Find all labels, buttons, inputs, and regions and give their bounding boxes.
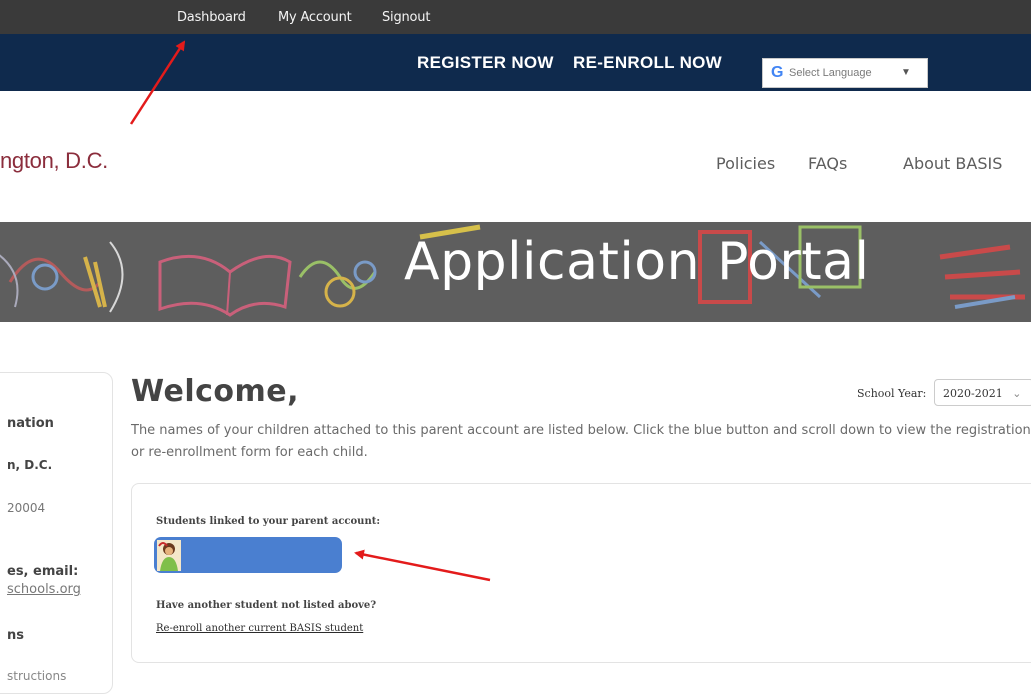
- re-enroll-now-button[interactable]: RE-ENROLL NOW: [573, 53, 722, 73]
- sidebar-city: n, D.C.: [7, 458, 53, 472]
- school-year-label: School Year:: [857, 387, 927, 400]
- language-select[interactable]: G Select Language ▼: [762, 58, 928, 88]
- sidebar-email-link[interactable]: schools.org: [7, 582, 81, 597]
- policies-link[interactable]: Policies: [716, 154, 775, 173]
- site-header: ngton, D.C. Policies FAQs About BASIS: [0, 91, 1031, 222]
- faqs-link[interactable]: FAQs: [808, 154, 847, 173]
- student-avatar-icon: [157, 540, 181, 571]
- banner-title: Application Portal: [404, 232, 870, 292]
- dashboard-link[interactable]: Dashboard: [177, 10, 246, 25]
- portal-banner: Application Portal: [0, 222, 1031, 322]
- students-card-title: Students linked to your parent account:: [156, 516, 381, 527]
- sidebar-zip: 20004: [7, 501, 46, 515]
- top-utility-bar: Dashboard My Account Signout: [0, 0, 1031, 34]
- sidebar-info-panel: nation n, D.C. 20004 es, email: schools.…: [0, 372, 113, 694]
- sidebar-instructions: structions: [7, 669, 67, 683]
- intro-text: The names of your children attached to t…: [131, 423, 1031, 460]
- chevron-down-icon: ⌄: [1012, 387, 1022, 400]
- student-button[interactable]: [154, 537, 342, 573]
- sidebar-title: nation: [7, 416, 54, 431]
- google-icon: G: [771, 64, 784, 81]
- language-select-label: Select Language: [789, 67, 872, 79]
- students-card: Students linked to your parent account: …: [131, 483, 1031, 663]
- another-student-question: Have another student not listed above?: [156, 600, 377, 611]
- register-now-button[interactable]: REGISTER NOW: [417, 53, 554, 73]
- school-year-value: 2020-2021: [943, 387, 1003, 400]
- school-logo-text: ngton, D.C.: [0, 148, 108, 173]
- sidebar-email-label: es, email:: [7, 564, 79, 579]
- signout-link[interactable]: Signout: [382, 10, 430, 25]
- chevron-down-icon: ▼: [901, 67, 911, 78]
- welcome-heading: Welcome,: [131, 374, 300, 409]
- about-basis-link[interactable]: About BASIS: [903, 154, 1002, 173]
- school-year-select[interactable]: 2020-2021 ⌄: [934, 379, 1031, 406]
- reenroll-another-link[interactable]: Re-enroll another current BASIS student: [156, 623, 363, 634]
- my-account-link[interactable]: My Account: [278, 10, 352, 25]
- sidebar-section-label: ns: [7, 628, 24, 643]
